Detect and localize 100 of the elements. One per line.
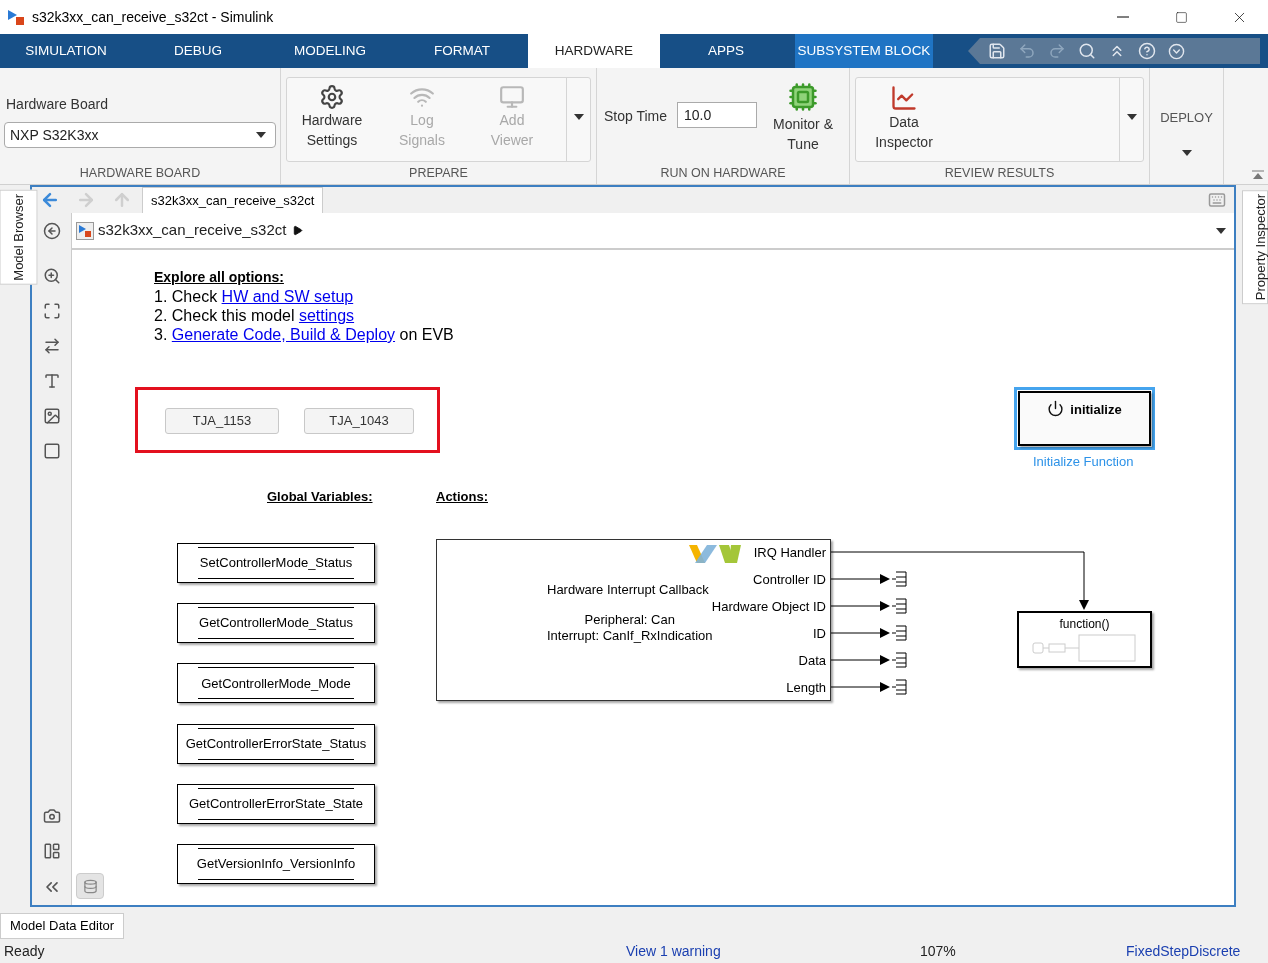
block-caption: Initialize Function: [1033, 453, 1134, 471]
ribbon-tab[interactable]: HARDWARE: [528, 34, 660, 68]
caret-icon: [1216, 227, 1226, 234]
redo-icon[interactable]: [1048, 42, 1066, 60]
monitor-icon: [499, 84, 525, 110]
signal-line: [830, 601, 890, 611]
board-dropdown[interactable]: NXP S32K3xx: [4, 122, 276, 148]
port-label: IRQ Handler: [753, 545, 826, 560]
solver-link[interactable]: FixedStepDiscrete: [1126, 940, 1241, 962]
caret-icon: [256, 132, 266, 138]
link[interactable]: Generate Code, Build & Deploy: [171, 326, 396, 343]
data-store-block[interactable]: SetControllerMode_Status: [177, 543, 375, 583]
transceiver-button[interactable]: TJA_1153: [165, 408, 279, 434]
port-label: Controller ID: [753, 572, 826, 587]
camera-icon[interactable]: [42, 807, 61, 825]
function-block[interactable]: function(): [1017, 611, 1152, 668]
stop-time-field[interactable]: 10.0: [677, 102, 758, 128]
port-label: Hardware Object ID: [711, 599, 826, 614]
section-label: PREPARE: [408, 165, 469, 182]
side-panel-tab[interactable]: Property Inspector: [1242, 190, 1268, 305]
gear-icon: [319, 84, 345, 110]
fit-view-icon[interactable]: [42, 302, 61, 320]
signal-line: [830, 655, 890, 665]
area-icon[interactable]: [42, 442, 61, 460]
block-title: Hardware Interrupt Callback: [547, 581, 709, 599]
back-icon[interactable]: [42, 222, 61, 240]
section-label: HARDWARE BOARD: [78, 165, 202, 182]
save-icon[interactable]: [988, 42, 1006, 60]
link[interactable]: HW and SW setup: [221, 288, 354, 305]
bottom-tab[interactable]: Model Data Editor: [0, 913, 125, 939]
data-store-block[interactable]: GetControllerErrorState_Status: [177, 723, 375, 764]
signal-line: [830, 574, 890, 584]
caret-icon: [1126, 114, 1137, 120]
instruction-line: 1. Check HW and SW setup: [154, 287, 354, 306]
arrows-icon[interactable]: [42, 337, 61, 355]
data-store-block[interactable]: GetControllerMode_Mode: [177, 663, 375, 704]
power-icon: [1047, 400, 1065, 417]
undo-icon[interactable]: [1018, 42, 1036, 60]
transceiver-button[interactable]: TJA_1043: [304, 408, 414, 434]
instructions-title: Explore all options:: [154, 268, 284, 287]
section-heading: Global Variables:: [267, 488, 373, 506]
model-icon: [76, 221, 94, 240]
ribbon-button[interactable]: Hardware Settings: [287, 78, 377, 161]
line-chart-icon: [890, 84, 918, 112]
zoom-level: 107%: [920, 941, 957, 961]
ribbon-tab[interactable]: FORMAT: [396, 34, 528, 68]
port-label: ID: [813, 626, 826, 641]
field-label: Hardware Board: [6, 95, 109, 114]
model-tab[interactable]: s32k3xx_can_receive_s32ct: [142, 187, 324, 213]
link[interactable]: settings: [298, 307, 355, 324]
ribbon-tab[interactable]: DEBUG: [132, 34, 264, 68]
image-icon[interactable]: [42, 407, 61, 425]
section-label: REVIEW RESULTS: [943, 165, 1056, 182]
zoom-in-icon[interactable]: [42, 267, 61, 285]
field-label: Stop Time: [604, 107, 668, 126]
interrupt-callback-block[interactable]: Hardware Interrupt Callback Peripheral: Can Interrupt: CanIf_RxIndication IRQ Handler Controller ID Hardware Object ID ID Data Length: [436, 539, 831, 701]
minimize-icon: [1117, 16, 1129, 18]
initialize-block[interactable]: initialize: [1014, 387, 1155, 450]
data-store-block[interactable]: GetControllerMode_Status: [177, 603, 375, 644]
status-text: Ready: [4, 941, 46, 961]
collapse-ribbon-icon[interactable]: [1252, 170, 1264, 180]
maximize-icon: [1174, 10, 1188, 24]
warning-link[interactable]: View 1 warning: [626, 940, 920, 962]
app-icon: [7, 8, 25, 26]
port-label: Data: [798, 653, 826, 668]
ribbon-tab[interactable]: SUBSYSTEM BLOCK: [795, 34, 933, 68]
search-icon[interactable]: [1078, 42, 1096, 60]
data-store-block[interactable]: GetControllerErrorState_State: [177, 783, 375, 824]
caret-icon: [1181, 149, 1192, 156]
caret-icon: [573, 114, 584, 120]
breadcrumb[interactable]: s32k3xx_can_receive_s32ct: [98, 219, 287, 242]
section-label: RUN ON HARDWARE: [659, 165, 787, 182]
help-icon[interactable]: [1138, 42, 1156, 60]
data-store-block[interactable]: GetVersionInfo_VersionInfo: [177, 844, 375, 884]
ribbon-tab[interactable]: SIMULATION: [0, 34, 132, 68]
terminator-icon: [891, 625, 907, 641]
section-heading: Actions:: [436, 488, 488, 506]
terminator-icon: [891, 679, 907, 695]
block-text: Peripheral: Can: [584, 612, 675, 628]
block-text: Interrupt: CanIf_RxIndication: [547, 628, 713, 644]
instruction-line: 2. Check this model settings: [154, 306, 355, 325]
port-label: Length: [786, 680, 826, 695]
window-title: s32k3xx_can_receive_s32ct - Simulink: [32, 7, 274, 27]
ribbon-tab[interactable]: APPS: [660, 34, 792, 68]
database-icon: [82, 878, 98, 894]
instruction-line: 3. Generate Code, Build & Deploy on EVB: [154, 325, 454, 344]
deploy-button[interactable]: DEPLOY: [1160, 108, 1213, 156]
signal-line: [830, 628, 890, 638]
play-icon: [292, 225, 304, 236]
ribbon-tab[interactable]: MODELING: [264, 34, 396, 68]
layout-icon[interactable]: [42, 842, 61, 860]
terminator-icon: [891, 652, 907, 668]
options-icon[interactable]: [1168, 42, 1185, 60]
monitor-tune-button[interactable]: Monitor & Tune: [765, 82, 842, 154]
chip-icon: [788, 82, 819, 112]
keyboard-icon[interactable]: [1208, 191, 1226, 209]
signal-line: [830, 682, 890, 692]
text-annotation-icon[interactable]: [42, 372, 61, 390]
database-button[interactable]: [76, 873, 104, 899]
side-panel-tab[interactable]: Model Browser: [0, 190, 38, 285]
